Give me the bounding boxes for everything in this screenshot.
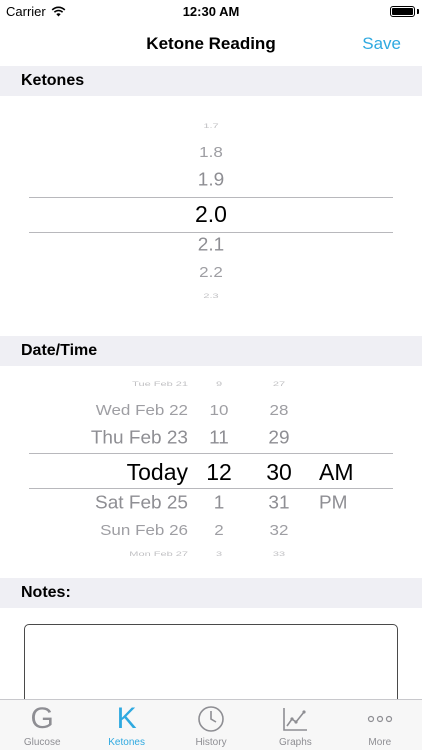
tab-glucose[interactable]: G Glucose [0,700,84,750]
datetime-selection-bottom-line [29,488,393,489]
save-button[interactable]: Save [362,34,401,54]
picker-option[interactable]: 31 [256,494,302,512]
notes-section-title: Notes: [21,584,71,601]
ketones-section-header: Ketones [0,66,422,96]
picker-option[interactable]: 1 [196,494,242,512]
picker-option[interactable]: Thu Feb 23 [28,429,188,447]
picker-option[interactable]: 28 [256,403,302,417]
ketones-section-title: Ketones [21,72,85,89]
datetime-picker[interactable]: Tue Feb 21 Wed Feb 22 Thu Feb 23 Today Sat F… [0,366,422,578]
notes-section-header: Notes: [0,578,422,608]
tab-more[interactable]: More [338,700,422,750]
picker-option[interactable]: 1.9 [0,171,422,189]
picker-option[interactable]: Sat Feb 25 [28,494,188,512]
tab-bar: G Glucose K Ketones History Graphs More [0,699,422,750]
picker-option[interactable]: 2.2 [0,265,422,279]
clock-icon [169,704,253,734]
battery-tip [417,9,419,14]
picker-option[interactable]: 32 [256,523,302,537]
picker-option[interactable]: 2 [196,523,242,537]
tab-ketones[interactable]: K Ketones [84,700,168,750]
picker-option[interactable]: PM [319,494,379,512]
tab-graphs[interactable]: Graphs [253,700,337,750]
picker-option[interactable]: 2.3 [0,293,422,299]
picker-option[interactable]: 29 [256,429,302,447]
picker-option[interactable]: 10 [196,403,242,417]
glucose-letter-g-icon: G [0,704,84,734]
tab-label: Glucose [23,737,61,748]
ketone-value-picker[interactable]: 1.7 1.8 1.9 2.0 2.1 2.2 2.3 [0,96,422,336]
status-time: 12:30 AM [182,4,240,19]
tab-label: More [368,737,392,748]
tab-history[interactable]: History [169,700,253,750]
picker-selected-value[interactable]: 12 [196,461,242,484]
tab-label: Graphs [279,737,312,748]
picker-selected-value[interactable]: Today [28,461,188,484]
ketones-letter-k-icon: K [84,704,168,734]
tab-label: Ketones [108,737,145,748]
ketones-glyph: K [116,702,137,735]
page-title: Ketone Reading [146,34,276,53]
picker-option[interactable]: 33 [256,551,302,557]
datetime-section-title: Date/Time [21,342,98,359]
navigation-bar: Ketone Reading Save [0,22,422,66]
picker-option[interactable]: 2.1 [0,236,422,254]
picker-option[interactable]: 27 [256,381,302,387]
picker-option[interactable]: 11 [196,429,242,447]
picker-selection-top-line [29,197,393,198]
status-bar: Carrier 12:30 AM [0,0,422,22]
picker-option[interactable]: 9 [196,381,242,387]
glucose-glyph: G [30,702,54,735]
tab-label: History [195,737,227,748]
picker-selection-bottom-line [29,232,393,233]
battery-level-fill [392,8,413,15]
more-dots-icon [338,704,422,734]
picker-selected-value[interactable]: 2.0 [0,203,422,226]
picker-selected-value[interactable]: AM [319,461,379,484]
picker-selected-value[interactable]: 30 [256,461,302,484]
picker-option[interactable]: Mon Feb 27 [28,551,188,557]
picker-option[interactable]: Tue Feb 21 [28,381,188,387]
datetime-selection-top-line [29,453,393,454]
picker-option[interactable]: Wed Feb 22 [28,403,188,417]
battery-icon [390,6,415,17]
picker-option[interactable]: Sun Feb 26 [28,523,188,537]
datetime-section-header: Date/Time [0,336,422,366]
picker-option[interactable]: 3 [196,551,242,557]
line-graph-icon [253,704,337,734]
picker-option[interactable]: 1.8 [0,145,422,159]
picker-option[interactable]: 1.7 [0,123,422,129]
